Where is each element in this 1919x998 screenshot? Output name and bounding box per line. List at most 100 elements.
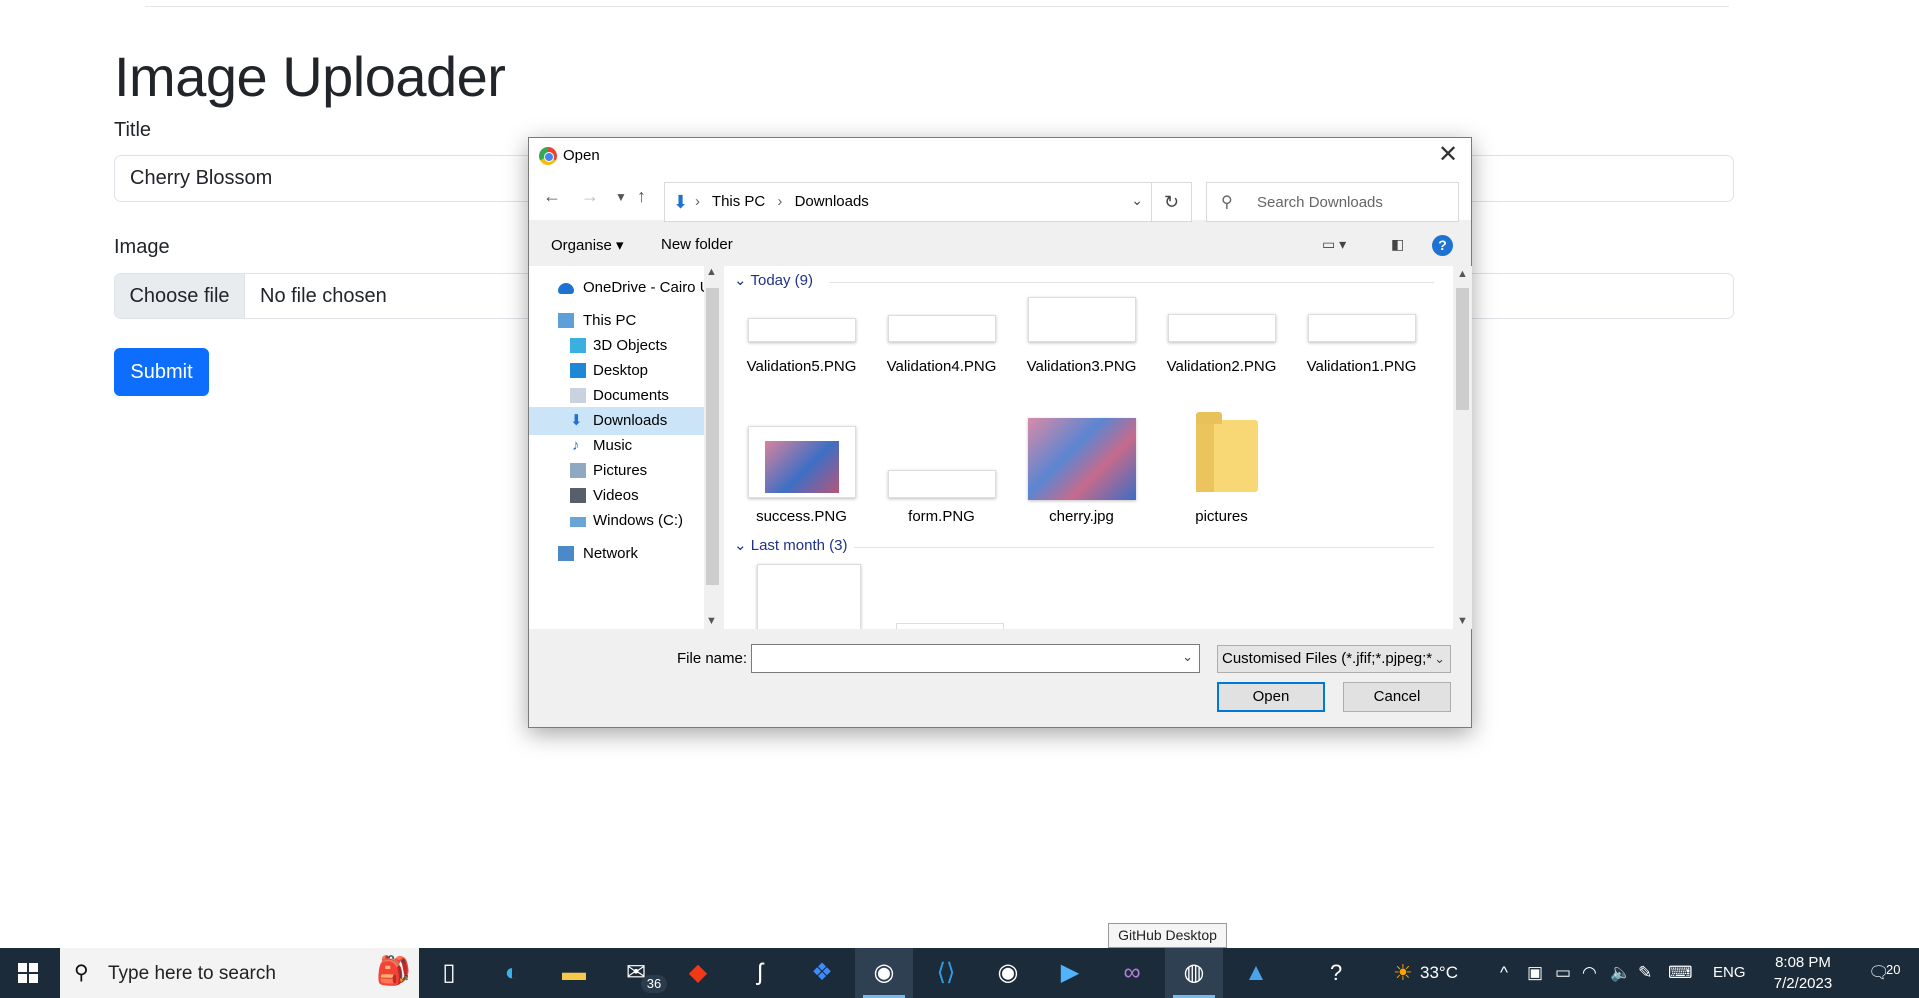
organise-button[interactable]: Organise ▾ xyxy=(551,236,624,254)
nav-item-network[interactable]: Network xyxy=(529,540,704,568)
windows-start-icon[interactable] xyxy=(18,963,38,983)
search-downloads-input[interactable]: ⚲ Search Downloads xyxy=(1206,182,1459,222)
page-title: Image Uploader xyxy=(114,45,506,108)
nav-item-windows-c[interactable]: Windows (C:) xyxy=(529,507,704,535)
help-tray-icon[interactable]: ? xyxy=(1330,948,1342,998)
file-thumbnail xyxy=(887,315,996,342)
dropbox-icon[interactable]: ❖ xyxy=(793,948,851,998)
breadcrumb-downloads[interactable]: Downloads xyxy=(795,193,869,210)
anydesk-icon[interactable]: ◆ xyxy=(669,948,727,998)
nav-item-desktop[interactable]: Desktop xyxy=(529,357,704,385)
search-highlight-icon: 🎒 xyxy=(376,955,411,986)
notification-count: 20 xyxy=(1886,960,1901,980)
file-item[interactable]: form.PNG xyxy=(874,426,1009,525)
scroll-up-chevron-icon[interactable]: ▲ xyxy=(706,266,717,278)
clock-time: 8:08 PM xyxy=(1775,954,1831,971)
pen-icon[interactable]: ✎ xyxy=(1638,948,1652,998)
submit-button[interactable]: Submit xyxy=(114,348,209,396)
group-header-today[interactable]: ⌄ Today (9) xyxy=(734,271,1434,289)
help-icon[interactable]: ? xyxy=(1432,235,1453,256)
address-dropdown-chevron-icon[interactable]: ⌄ xyxy=(1131,192,1143,209)
nav-item-videos[interactable]: Videos xyxy=(529,482,704,510)
meet-now-icon[interactable]: ▣ xyxy=(1527,948,1543,998)
scroll-thumb[interactable] xyxy=(706,288,719,585)
file-type-select[interactable]: Customised Files (*.jfif;*.pjpeg;* ⌄ xyxy=(1217,645,1451,673)
media-player-icon[interactable]: ▶ xyxy=(1041,948,1099,998)
recent-locations-chevron-icon[interactable]: ▼ xyxy=(615,190,627,204)
close-button[interactable]: ✕ xyxy=(1433,141,1463,171)
file-item[interactable]: success.PNG xyxy=(734,426,869,525)
github-desktop-icon[interactable]: ◍ xyxy=(1165,948,1223,998)
search-placeholder: Search Downloads xyxy=(1257,194,1383,211)
keyboard-icon[interactable]: ⌨ xyxy=(1668,948,1693,998)
photos-icon[interactable]: ▲ xyxy=(1227,948,1285,998)
weather-icon[interactable]: ☀ xyxy=(1393,948,1413,998)
nav-item-onedrive[interactable]: OneDrive - Cairo U xyxy=(529,274,704,302)
language-indicator[interactable]: ENG xyxy=(1713,948,1746,998)
edge-icon[interactable]: ◐ xyxy=(483,948,541,998)
mail-badge: 36 xyxy=(641,975,667,993)
chrome-icon[interactable]: ◉ xyxy=(855,948,913,998)
file-name-dropdown-chevron-icon[interactable]: ⌄ xyxy=(1182,649,1193,665)
file-name-input[interactable]: ⌄ xyxy=(751,644,1200,673)
file-item[interactable]: Validation3.PNG xyxy=(1014,296,1149,375)
chrome-profile-icon[interactable]: ◉ xyxy=(979,948,1037,998)
task-view-icon[interactable]: ▯ xyxy=(420,948,478,998)
battery-icon[interactable]: ▭ xyxy=(1555,948,1571,998)
group-header-last-month[interactable]: ⌄ Last month (3) xyxy=(734,536,1434,554)
vscode-icon[interactable]: ⟨⟩ xyxy=(917,948,975,998)
taskbar: ⚲ Type here to search 🎒 ▯ ◐ ▬ ✉ 36 ◆ ʃ ❖… xyxy=(0,948,1919,998)
file-item[interactable]: Validation5.PNG xyxy=(734,296,869,375)
file-item[interactable]: Validation4.PNG xyxy=(874,296,1009,375)
file-thumbnail[interactable] xyxy=(757,564,861,629)
scroll-down-chevron-icon[interactable]: ▼ xyxy=(1457,615,1468,627)
nav-item-this-pc[interactable]: This PC xyxy=(529,307,704,335)
clock[interactable]: 8:08 PM 7/2/2023 xyxy=(1767,952,1839,994)
music-icon: ♪ xyxy=(572,437,580,454)
file-thumbnail xyxy=(887,470,996,498)
file-list-scrollbar[interactable]: ▲ ▼ xyxy=(1453,266,1472,629)
new-folder-button[interactable]: New folder xyxy=(661,236,733,253)
computer-icon xyxy=(558,313,574,328)
cancel-button[interactable]: Cancel xyxy=(1343,682,1451,712)
choose-file-button[interactable]: Choose file xyxy=(115,274,245,318)
nav-item-3d-objects[interactable]: 3D Objects xyxy=(529,332,704,360)
file-item[interactable]: Validation2.PNG xyxy=(1154,296,1289,375)
open-button[interactable]: Open xyxy=(1217,682,1325,712)
search-icon: ⚲ xyxy=(74,962,89,984)
navigation-scrollbar[interactable]: ▲ ▼ xyxy=(704,266,721,629)
nav-item-downloads[interactable]: ⬇ Downloads xyxy=(529,407,704,435)
group-chevron-icon: ⌄ xyxy=(734,537,747,554)
file-explorer-icon[interactable]: ▬ xyxy=(545,948,603,998)
scroll-thumb[interactable] xyxy=(1456,288,1469,410)
up-arrow-icon[interactable]: ↑ xyxy=(637,186,646,207)
wifi-icon[interactable]: ◠ xyxy=(1582,948,1597,998)
forward-arrow-icon[interactable]: → xyxy=(581,186,599,207)
file-item[interactable]: Validation1.PNG xyxy=(1294,296,1429,375)
open-file-dialog: Open ✕ ← → ▼ ↑ ⬇ › This PC › Downloads ⌄… xyxy=(528,137,1472,728)
file-thumbnail xyxy=(1167,314,1276,342)
breadcrumb-this-pc[interactable]: This PC xyxy=(712,193,765,210)
scroll-down-chevron-icon[interactable]: ▼ xyxy=(706,615,717,627)
file-thumbnail[interactable] xyxy=(896,623,1004,629)
address-bar[interactable]: ⬇ › This PC › Downloads ⌄ xyxy=(664,182,1152,222)
visual-studio-icon[interactable]: ∞ xyxy=(1103,948,1161,998)
refresh-icon[interactable]: ↻ xyxy=(1152,182,1192,222)
show-hidden-icons-chevron-icon[interactable]: ^ xyxy=(1500,948,1508,998)
scroll-up-chevron-icon[interactable]: ▲ xyxy=(1457,268,1468,280)
sublime-icon[interactable]: ʃ xyxy=(731,948,789,998)
back-arrow-icon[interactable]: ← xyxy=(543,186,561,207)
view-options-icon[interactable]: ▭ ▾ xyxy=(1322,236,1346,253)
weather-temperature[interactable]: 33°C xyxy=(1420,948,1458,998)
nav-item-music[interactable]: ♪ Music xyxy=(529,432,704,460)
volume-icon[interactable]: 🔈 xyxy=(1610,948,1631,998)
preview-pane-icon[interactable]: ◧ xyxy=(1391,236,1404,253)
nav-item-documents[interactable]: Documents xyxy=(529,382,704,410)
taskbar-search-box[interactable]: ⚲ Type here to search 🎒 xyxy=(60,948,419,998)
nav-item-pictures[interactable]: Pictures xyxy=(529,457,704,485)
cube-icon xyxy=(570,338,586,353)
group-chevron-icon: ⌄ xyxy=(734,272,747,289)
pictures-icon xyxy=(570,463,586,478)
clock-date: 7/2/2023 xyxy=(1773,975,1833,992)
file-item[interactable]: cherry.jpg xyxy=(1014,418,1149,525)
